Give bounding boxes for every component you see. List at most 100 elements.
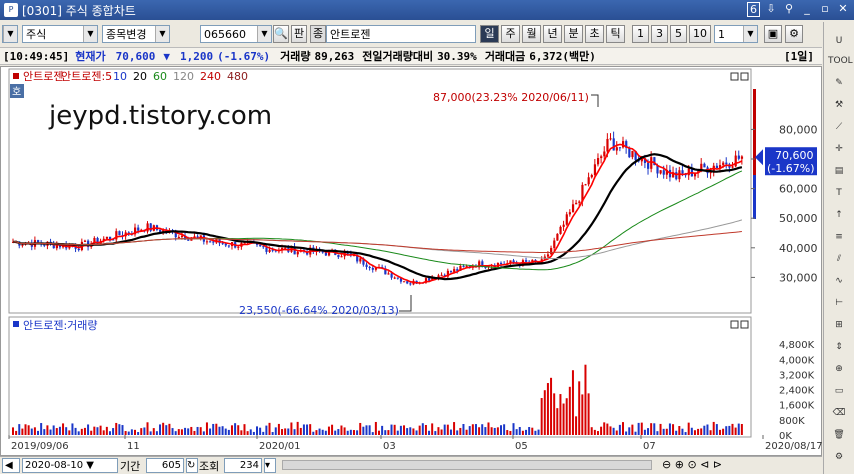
volume-bar <box>309 424 312 435</box>
interval-select[interactable]: 1 ▼ <box>714 25 758 43</box>
chart-svg[interactable]: 80,00070,00060,00050,00040,00030,0004,80… <box>1 67 823 457</box>
volume-bar <box>725 426 728 435</box>
interval-10-button[interactable]: 10 <box>689 25 711 43</box>
lookup-stepper[interactable]: ▾ <box>264 458 276 473</box>
arrow-up-icon[interactable]: ↑ <box>828 210 850 228</box>
ruler2-icon[interactable]: ▭ <box>828 386 850 404</box>
interval-5-button[interactable]: 5 <box>670 25 687 43</box>
candle-body <box>631 150 634 158</box>
volume-bar <box>190 426 193 435</box>
volume-bar <box>406 428 409 435</box>
fib-icon[interactable]: ≡ <box>828 232 850 250</box>
volume-bar <box>722 428 725 435</box>
candle-body <box>615 147 618 151</box>
volume-bar <box>71 423 74 435</box>
erase-icon[interactable]: ⌫ <box>828 408 850 426</box>
volume-bar <box>421 423 424 435</box>
volume-bar <box>246 431 249 435</box>
draw-line-icon[interactable]: ✎ <box>828 78 850 96</box>
candle-body <box>587 177 590 185</box>
title-bar: P [0301] 주식 종합차트 6 ⇩ ⚲ _ ▫ ✕ <box>0 0 854 20</box>
legend-item: 안트로젠 <box>23 70 63 83</box>
candle-body <box>359 258 362 262</box>
wave-icon[interactable]: ∿ <box>828 276 850 294</box>
period-tick-button[interactable]: 틱 <box>606 25 625 43</box>
close-icon[interactable]: ✕ <box>836 2 850 17</box>
volume-bar <box>296 421 299 435</box>
period-input[interactable]: 605 <box>146 458 184 473</box>
move-icon[interactable]: ⇕ <box>828 342 850 360</box>
period-day-button[interactable]: 일 <box>480 25 499 43</box>
mode-badge[interactable]: 종 <box>310 25 326 43</box>
candle-body <box>77 248 80 251</box>
stock-name-field[interactable]: 안트로젠 <box>326 25 476 43</box>
scroll-start-icon[interactable]: ⊲ <box>700 458 709 471</box>
save-button[interactable]: ▣ <box>764 25 782 43</box>
period-second-button[interactable]: 초 <box>585 25 604 43</box>
date-input[interactable]: 2020-08-10 ▼ <box>22 458 118 473</box>
volume-bar <box>362 426 365 435</box>
period-week-button[interactable]: 주 <box>501 25 520 43</box>
gear-icon[interactable]: ⚲ <box>782 2 796 17</box>
period-minute-button[interactable]: 분 <box>564 25 583 43</box>
settings-side-icon[interactable]: ⚙ <box>828 452 850 470</box>
tool-icon[interactable]: TOOL <box>828 56 853 74</box>
market-select[interactable]: 주식 ▼ <box>22 25 98 43</box>
code-input[interactable]: 065660 ▼ <box>200 25 272 43</box>
lookup-input[interactable]: 234 <box>224 458 262 473</box>
refresh-icon[interactable]: ↻ <box>186 458 198 473</box>
volume-bar <box>218 426 221 435</box>
restore-icon[interactable]: ▫ <box>818 2 832 17</box>
interval-3-button[interactable]: 3 <box>651 25 668 43</box>
search-button[interactable]: 🔍 <box>273 25 289 43</box>
volume-bar <box>459 427 462 435</box>
stock-change-select[interactable]: 종목변경 ▼ <box>102 25 170 43</box>
trash-icon[interactable]: 🗑 <box>828 430 850 448</box>
cross-icon[interactable]: ✛ <box>828 144 850 162</box>
candle-body <box>137 227 140 231</box>
volume-bar <box>493 427 496 435</box>
zoom-reset-icon[interactable]: ⊙ <box>687 458 696 471</box>
magnet-icon[interactable]: U <box>828 36 850 54</box>
scroll-end-icon[interactable]: ⊳ <box>713 458 722 471</box>
interval-1-button[interactable]: 1 <box>632 25 649 43</box>
channel-icon[interactable]: ⫽ <box>828 254 850 272</box>
zoom-in-icon[interactable]: ⊕ <box>675 458 684 471</box>
candle-body <box>618 147 622 149</box>
pan-button[interactable]: 판 <box>291 25 307 43</box>
candle-body <box>403 281 406 283</box>
window-number-badge[interactable]: 6 <box>747 2 760 17</box>
wrench-icon[interactable]: ⚒ <box>828 100 850 118</box>
volume-bar <box>346 430 349 435</box>
horizontal-scrollbar[interactable] <box>282 460 652 470</box>
trend-icon[interactable]: ⟋ <box>828 122 850 140</box>
candle-body <box>393 277 396 279</box>
volume-bar <box>315 430 318 435</box>
volume-bar <box>168 423 171 435</box>
period-month-button[interactable]: 월 <box>522 25 541 43</box>
text-icon[interactable]: T <box>828 188 850 206</box>
volume-bar <box>387 430 390 435</box>
scroll-left-button[interactable]: ◀ <box>2 458 20 473</box>
volume-bar <box>374 421 377 435</box>
chart-area[interactable]: 80,00070,00060,00050,00040,00030,0004,80… <box>0 66 823 457</box>
menu-dropdown[interactable]: ▼ <box>2 25 18 43</box>
zoom-icon[interactable]: ⊕ <box>828 364 850 382</box>
volume-bar <box>234 423 237 435</box>
volume-bar <box>299 427 302 435</box>
minimize-icon[interactable]: _ <box>800 2 814 17</box>
volume-bar <box>202 431 205 435</box>
volume-bar <box>456 430 459 435</box>
volume-bar <box>130 429 133 435</box>
zoom-out-icon[interactable]: ⊖ <box>662 458 671 471</box>
settings-button[interactable]: ⚙ <box>785 25 803 43</box>
zoom-controls[interactable]: ⊖ ⊕ ⊙ ⊲ ⊳ <box>662 458 722 471</box>
period-icon[interactable]: ⊞ <box>828 320 850 338</box>
candle-body <box>237 246 240 248</box>
period-year-button[interactable]: 년 <box>543 25 562 43</box>
volume-max-icon <box>730 320 739 329</box>
volume-bar <box>662 428 665 435</box>
pin-icon[interactable]: ⇩ <box>764 2 778 17</box>
indicator-icon[interactable]: ▤ <box>828 166 850 184</box>
ruler-icon[interactable]: ⊢ <box>828 298 850 316</box>
